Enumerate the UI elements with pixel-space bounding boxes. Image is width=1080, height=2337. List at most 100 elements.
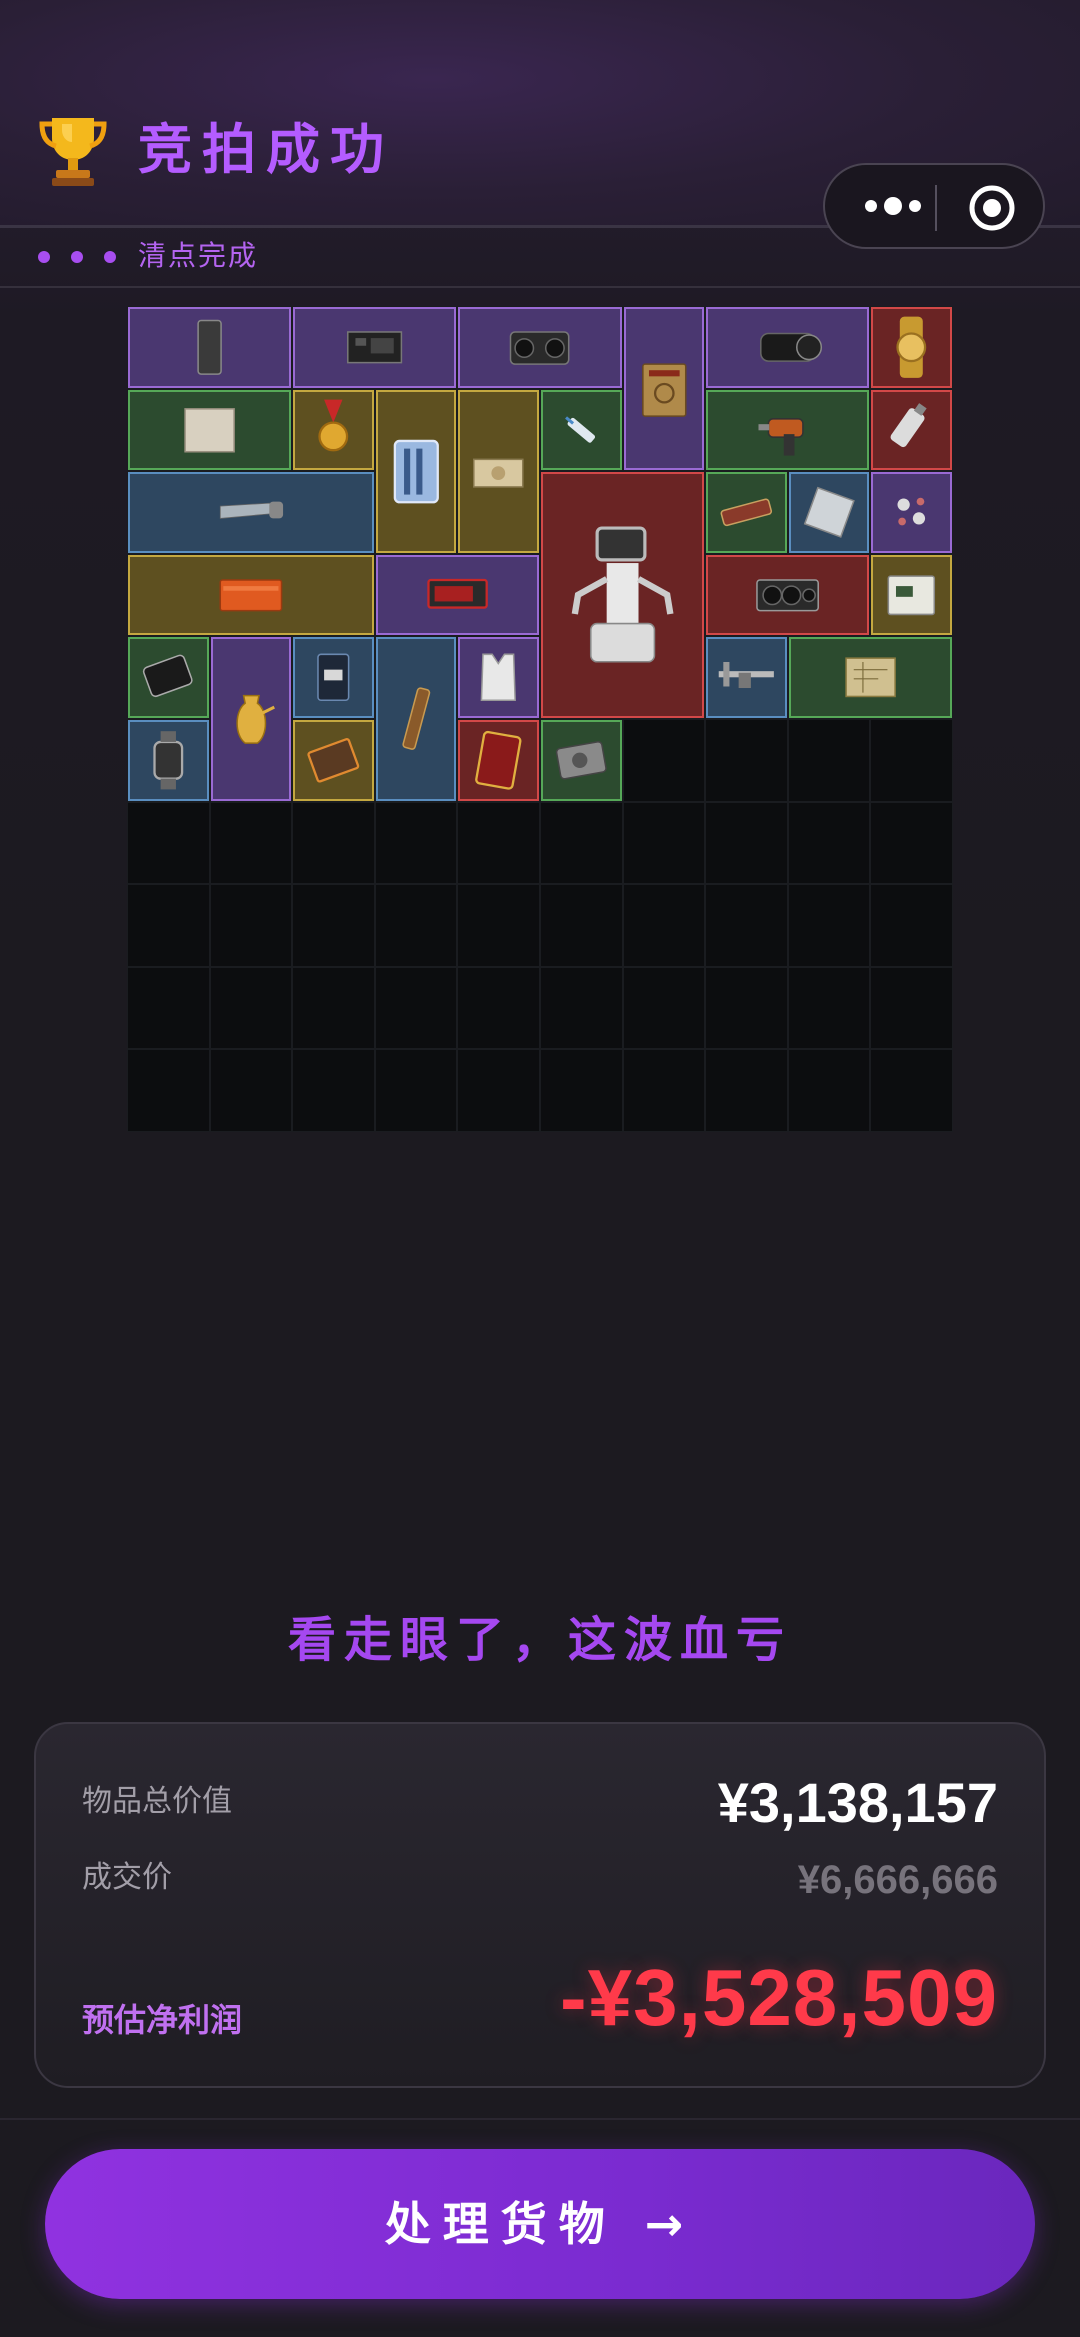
red-gpu-item[interactable] [375,554,539,636]
red-gpu-icon [427,578,488,609]
hard-drive-item[interactable] [128,637,209,718]
saw-icon [219,501,284,520]
vest-item[interactable] [458,637,539,718]
grid-cell [705,801,788,885]
slate-item[interactable] [128,307,292,388]
inventory-grid [127,306,953,1132]
grid-cell [540,801,623,885]
banknotes-icon [473,458,524,488]
paper-sheet-item[interactable] [128,389,292,471]
medal-icon [318,399,349,451]
grid-cell [209,966,293,1050]
grid-cell [209,1049,293,1132]
status-label: 清点完成 [138,239,259,272]
snack-bar-item[interactable] [706,472,787,553]
camera-lens-item[interactable] [706,307,870,388]
grid-cell [870,1049,953,1132]
slate-icon [197,319,222,375]
golden-ewer-icon [235,695,275,745]
total-value: ¥3,138,157 [717,1771,998,1834]
grid-cell [787,1049,871,1132]
spyglass-item[interactable] [375,637,457,801]
syringe-item[interactable] [541,389,622,471]
deal-price-label: 成交价 [82,1860,172,1895]
golden-ewer-item[interactable] [210,637,292,801]
grid-cell [209,801,293,885]
saw-item[interactable] [128,472,374,553]
grid-cell [374,966,458,1050]
grid-cell [457,801,540,885]
header-bar: 竞拍成功 [0,0,1080,249]
close-target-icon[interactable] [967,183,1017,233]
paper-sheet-icon [184,407,235,453]
grid-cell [127,884,210,967]
card-icon [475,730,522,790]
caliper-item[interactable] [706,637,787,718]
grid-cell [292,801,375,885]
chocolate-item[interactable] [293,720,374,801]
grid-cell [705,719,788,802]
status-dot [104,251,116,263]
grid-cell [622,719,706,802]
more-options-icon[interactable] [853,185,933,227]
grid-cell [622,884,706,967]
trophy-icon [39,118,107,186]
total-value-label: 物品总价值 [82,1784,232,1819]
medal-item[interactable] [293,389,374,471]
hard-drive-icon [142,655,193,698]
graphics-card-icon [756,579,820,612]
manual-book-icon [641,363,687,417]
earrings-icon [897,497,926,526]
blueprint-item[interactable] [788,637,952,718]
grid-cell [787,719,871,802]
robot-icon [571,526,674,663]
gold-watch-item[interactable] [871,307,952,388]
grid-cell [374,1049,458,1132]
power-drill-item[interactable] [706,389,870,471]
grid-cell [127,801,210,885]
manual-book-item[interactable] [623,307,705,471]
status-bar: 清点完成 [0,228,1080,288]
earrings-item[interactable] [871,472,952,553]
orange-crate-item[interactable] [128,554,374,636]
coffee-bag-icon [317,653,350,702]
footer-divider [0,2118,1080,2120]
grid-cell [705,1049,788,1132]
grid-cell [622,966,706,1050]
cpu-chip-item[interactable] [788,472,870,553]
camera-lens-icon [760,332,823,362]
tool-case-item[interactable] [375,389,457,553]
power-drill-icon [758,417,804,456]
grid-cell [870,801,953,885]
disk-drive-item[interactable] [541,720,622,801]
process-goods-label: 处理货物 → [384,2197,696,2251]
grid-cell [127,1049,210,1132]
grid-cell [457,884,540,967]
process-goods-button[interactable]: 处理货物 → [45,2149,1035,2299]
robot-item[interactable] [541,472,705,718]
card-item[interactable] [458,720,539,801]
plc-module-icon [887,575,936,616]
grid-cell [457,1049,540,1132]
grid-cell [870,966,953,1050]
grid-cell [457,966,540,1050]
grid-cell [127,966,210,1050]
boombox-item[interactable] [458,307,622,388]
usb-drive-item[interactable] [871,389,952,471]
net-profit-label: 预估净利润 [82,2001,243,2039]
grid-cell [622,801,706,885]
banknotes-item[interactable] [458,389,539,553]
grid-cell [292,966,375,1050]
circuit-board-item[interactable] [293,307,457,388]
graphics-card-item[interactable] [706,554,870,636]
plc-module-item[interactable] [871,554,952,636]
vest-icon [481,653,517,702]
grid-cell [787,884,871,967]
deal-price-value: ¥6,666,666 [797,1858,998,1902]
grid-cell [209,884,293,967]
coffee-bag-item[interactable] [293,637,374,718]
smartwatch-item[interactable] [128,720,209,801]
disk-drive-icon [555,741,607,780]
boombox-icon [510,331,570,365]
circuit-board-icon [347,331,403,364]
